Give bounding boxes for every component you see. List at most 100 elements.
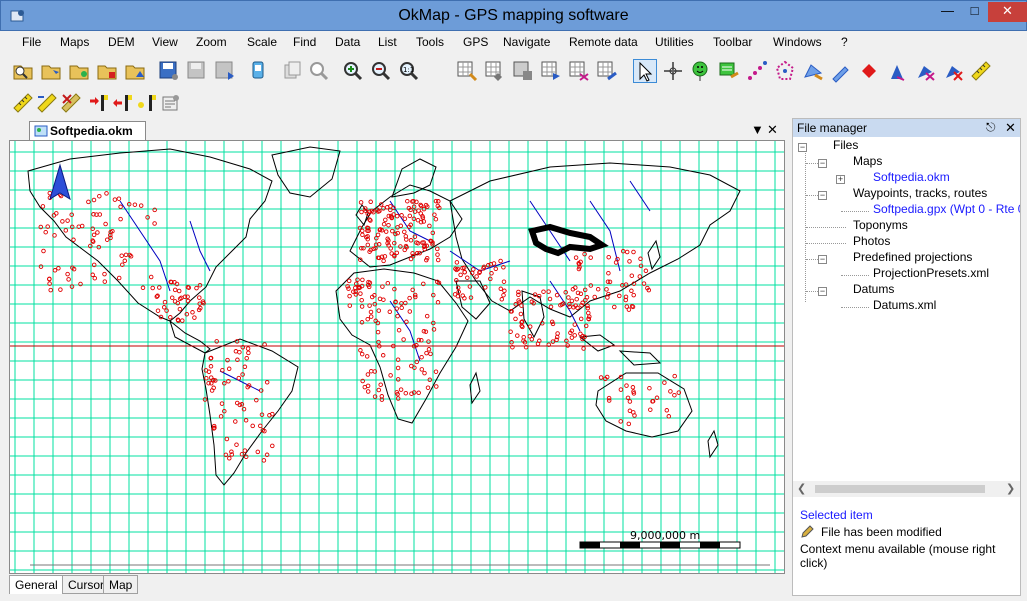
waypoint-marker[interactable] <box>474 274 479 279</box>
waypoint-marker[interactable] <box>365 242 371 248</box>
tree-item-photos[interactable]: Photos <box>853 234 890 248</box>
waypoint-marker[interactable] <box>498 258 503 264</box>
waypoint-marker[interactable] <box>97 193 102 199</box>
menu-view[interactable]: View <box>152 35 178 49</box>
waypoint-marker[interactable] <box>452 292 458 297</box>
waypoint-marker[interactable] <box>103 221 108 227</box>
scroll-left-icon[interactable]: ❮ <box>797 482 806 495</box>
waypoint-marker[interactable] <box>359 320 365 325</box>
waypoint-marker[interactable] <box>471 267 476 272</box>
waypoint-marker[interactable] <box>402 216 408 221</box>
waypoint-marker[interactable] <box>43 229 48 235</box>
waypoint-marker[interactable] <box>227 456 232 461</box>
waypoint-marker[interactable] <box>261 458 267 463</box>
tree-item-projection-presets[interactable]: ProjectionPresets.xml <box>873 266 989 280</box>
zoom-in-icon[interactable] <box>341 59 365 83</box>
waypoint-marker[interactable] <box>194 285 199 291</box>
waypoint-marker[interactable] <box>435 252 440 257</box>
waypoint-marker[interactable] <box>116 196 122 201</box>
waypoint-marker[interactable] <box>233 349 239 354</box>
waypoint-marker[interactable] <box>624 249 630 255</box>
waypoint-marker[interactable] <box>52 268 58 273</box>
waypoint-marker[interactable] <box>606 270 611 276</box>
waypoint-marker[interactable] <box>54 211 59 216</box>
waypoint-marker[interactable] <box>119 253 124 258</box>
waypoint-marker[interactable] <box>515 333 520 338</box>
collapse-projections-icon[interactable]: − <box>818 255 827 264</box>
waypoint-marker[interactable] <box>378 382 383 387</box>
maximize-button[interactable]: □ <box>961 2 988 22</box>
waypoint-marker[interactable] <box>566 295 571 300</box>
waypoint-marker[interactable] <box>368 314 374 319</box>
waypoint-marker[interactable] <box>365 389 371 394</box>
waypoint-marker[interactable] <box>385 280 391 286</box>
waypoint-marker[interactable] <box>242 364 248 370</box>
collapse-files-icon[interactable]: − <box>798 143 807 152</box>
waypoint-marker[interactable] <box>118 204 123 210</box>
tree-item-datums-xml[interactable]: Datums.xml <box>873 298 936 312</box>
waypoint-marker[interactable] <box>104 191 109 196</box>
waypoint-marker[interactable] <box>626 421 632 427</box>
waypoint-marker[interactable] <box>132 202 138 207</box>
waypoint-marker[interactable] <box>578 316 584 322</box>
collapse-datums-icon[interactable]: − <box>818 287 827 296</box>
waypoint-marker[interactable] <box>402 229 407 235</box>
waypoint-marker[interactable] <box>547 296 553 302</box>
waypoint-marker[interactable] <box>624 383 629 388</box>
tree-item-predefined-projections[interactable]: Predefined projections <box>853 250 972 264</box>
waypoint-marker[interactable] <box>416 337 422 343</box>
menu-maps[interactable]: Maps <box>60 35 89 49</box>
tab-dropdown-icon[interactable]: ▼ <box>751 122 764 137</box>
area-icon[interactable] <box>801 59 825 83</box>
menu-file[interactable]: File <box>22 35 41 49</box>
waypoint-list-icon[interactable] <box>511 59 535 83</box>
open-map-icon[interactable] <box>11 59 35 83</box>
waypoint-marker[interactable] <box>380 353 386 358</box>
waypoint-marker[interactable] <box>40 204 46 209</box>
waypoint-marker[interactable] <box>408 256 414 262</box>
waypoint-marker[interactable] <box>629 273 635 278</box>
waypoint-marker[interactable] <box>401 337 406 342</box>
waypoint-marker[interactable] <box>358 348 363 353</box>
expand-softpedia-okm-icon[interactable]: + <box>836 175 845 184</box>
menu-toolbar[interactable]: Toolbar <box>713 35 752 49</box>
waypoint-marker[interactable] <box>648 407 653 412</box>
waypoint-marker[interactable] <box>630 385 636 390</box>
waypoint-marker[interactable] <box>493 266 499 272</box>
waypoint-marker[interactable] <box>637 274 643 279</box>
waypoint-marker[interactable] <box>206 369 212 375</box>
waypoint-marker[interactable] <box>454 260 460 265</box>
waypoint-marker[interactable] <box>386 222 391 228</box>
waypoint-marker[interactable] <box>177 306 183 312</box>
measure-area-icon[interactable] <box>35 91 59 115</box>
waypoint-marker[interactable] <box>122 258 128 264</box>
save-icon[interactable] <box>157 59 181 83</box>
waypoint-marker[interactable] <box>595 286 601 292</box>
waypoint-marker[interactable] <box>668 389 673 394</box>
waypoint-marker[interactable] <box>56 266 61 271</box>
waypoint-marker[interactable] <box>359 304 365 309</box>
waypoint-marker[interactable] <box>618 387 624 392</box>
waypoint-marker[interactable] <box>270 443 275 449</box>
waypoint-marker[interactable] <box>359 351 365 357</box>
open-route-icon[interactable] <box>123 59 147 83</box>
waypoint-marker[interactable] <box>360 232 365 238</box>
close-document-icon[interactable]: ✕ <box>767 122 778 138</box>
zoom-out-icon[interactable] <box>369 59 393 83</box>
save-as-icon[interactable] <box>185 59 209 83</box>
copy-icon[interactable] <box>281 59 305 83</box>
zoom-1-1-icon[interactable]: 1:1 <box>397 59 421 83</box>
waypoint-marker[interactable] <box>234 442 239 447</box>
menu-remote-data[interactable]: Remote data <box>569 35 638 49</box>
waypoint-marker[interactable] <box>365 372 371 377</box>
waypoint-marker[interactable] <box>395 313 400 319</box>
waypoint-marker[interactable] <box>390 228 395 234</box>
track-delete-icon[interactable] <box>941 59 965 83</box>
edit-track-icon[interactable] <box>539 59 563 83</box>
menu-gps[interactable]: GPS <box>463 35 488 49</box>
waypoint-marker[interactable] <box>224 436 230 442</box>
waypoint-grid-icon[interactable] <box>455 59 479 83</box>
waypoint-marker[interactable] <box>664 408 670 413</box>
menu-scale[interactable]: Scale <box>247 35 277 49</box>
waypoint-marker[interactable] <box>398 223 404 229</box>
